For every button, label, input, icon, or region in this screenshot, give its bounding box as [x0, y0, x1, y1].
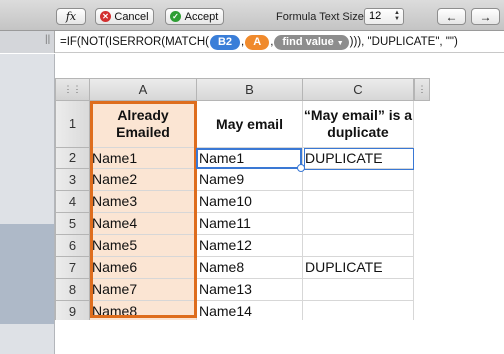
cancel-x-icon: ✕ [100, 11, 111, 22]
row-header-8[interactable]: 8 [55, 279, 90, 301]
header-cell-c[interactable]: “May email” is a duplicate [303, 101, 414, 148]
empty-canvas [55, 320, 504, 354]
cancel-button[interactable]: ✕ Cancel [95, 8, 154, 25]
find-value-label: find value [282, 35, 334, 48]
header-cell-b[interactable]: May email [197, 101, 303, 148]
chevron-down-icon: ▼ [336, 39, 344, 47]
fx-button[interactable]: fx [56, 8, 86, 25]
spreadsheet-window: fx ✕ Cancel ✓ Accept Formula Text Size: … [0, 0, 504, 354]
table-cell-c5[interactable] [303, 213, 414, 235]
previous-button[interactable]: ← [437, 8, 466, 25]
fx-icon: fx [65, 10, 77, 23]
table-cell-a8[interactable]: Name7 [90, 279, 197, 301]
next-button[interactable]: → [471, 8, 500, 25]
formula-token-find-value[interactable]: find value ▼ [274, 34, 349, 50]
header-label-b: May email [216, 115, 283, 132]
formula-separator: , [241, 36, 245, 48]
formula-prefix: =IF(NOT(ISERROR(MATCH( [60, 36, 209, 48]
table-cell-c8[interactable] [303, 279, 414, 301]
formula-toolbar: fx ✕ Cancel ✓ Accept Formula Text Size: … [0, 0, 504, 31]
table-cell-a7[interactable]: Name6 [90, 257, 197, 279]
table-cell-b6[interactable]: Name12 [197, 235, 303, 257]
table-cell-a6[interactable]: Name5 [90, 235, 197, 257]
table-cell-c4[interactable] [303, 191, 414, 213]
formula-suffix: ))), "DUPLICATE", "") [349, 36, 458, 48]
range-resize-handle[interactable] [297, 164, 305, 172]
sidebar-selected-item[interactable] [0, 224, 54, 324]
left-arrow-icon: ← [445, 9, 458, 24]
formula-bar: || =IF(NOT(ISERROR(MATCH( B2 , A , find … [0, 31, 504, 53]
formula-token-b2[interactable]: B2 [209, 34, 241, 50]
row-header-7[interactable]: 7 [55, 257, 90, 279]
column-header-a[interactable]: A [90, 78, 197, 101]
row-header-6[interactable]: 6 [55, 235, 90, 257]
row-header-2[interactable]: 2 [55, 148, 90, 169]
table-cell-b4[interactable]: Name10 [197, 191, 303, 213]
table-cell-c2[interactable]: DUPLICATE [303, 148, 414, 169]
formula-token-a[interactable]: A [245, 34, 270, 50]
accept-button[interactable]: ✓ Accept [165, 8, 224, 25]
header-label-a: Already Emailed [116, 107, 170, 140]
header-label-c: “May email” is a duplicate [303, 107, 413, 140]
stepper-icon: ▲ ▼ [394, 10, 400, 22]
row-header-5[interactable]: 5 [55, 213, 90, 235]
formula-text-size-label: Formula Text Size: [276, 11, 367, 23]
formula-separator: , [270, 36, 274, 48]
cancel-label: Cancel [114, 10, 149, 23]
column-header-b[interactable]: B [197, 78, 303, 101]
accept-label: Accept [184, 10, 219, 23]
formula-editor[interactable]: =IF(NOT(ISERROR(MATCH( B2 , A , find val… [60, 34, 458, 50]
formula-text-size-select[interactable]: 12 ▲ ▼ [364, 8, 404, 25]
table-cell-b2[interactable]: Name1 [197, 148, 303, 169]
right-arrow-icon: → [479, 9, 492, 24]
table-grip-icon[interactable]: ⋮⋮ [55, 78, 90, 101]
table-cell-a3[interactable]: Name2 [90, 169, 197, 191]
table-cell-a2[interactable]: Name1 [90, 148, 197, 169]
row-header-1[interactable]: 1 [55, 101, 90, 148]
table-cell-c6[interactable] [303, 235, 414, 257]
column-header-c[interactable]: C [303, 78, 414, 101]
table-cell-b7[interactable]: Name8 [197, 257, 303, 279]
table-cell-c7[interactable]: DUPLICATE [303, 257, 414, 279]
header-cell-a[interactable]: Already Emailed [90, 101, 197, 148]
table-cell-c3[interactable] [303, 169, 414, 191]
formula-text-size-value: 12 [369, 10, 382, 22]
table-cell-b5[interactable]: Name11 [197, 213, 303, 235]
table-cell-a5[interactable]: Name4 [90, 213, 197, 235]
accept-check-icon: ✓ [170, 11, 181, 22]
formula-bar-gutter: || [0, 31, 55, 53]
sheets-sidebar [0, 54, 55, 354]
table-cell-a4[interactable]: Name3 [90, 191, 197, 213]
row-header-3[interactable]: 3 [55, 169, 90, 191]
column-add-handle[interactable]: ⋮ [414, 78, 430, 101]
table-cell-b8[interactable]: Name13 [197, 279, 303, 301]
grip-icon[interactable]: || [45, 34, 50, 45]
table-cell-b3[interactable]: Name9 [197, 169, 303, 191]
row-header-4[interactable]: 4 [55, 191, 90, 213]
